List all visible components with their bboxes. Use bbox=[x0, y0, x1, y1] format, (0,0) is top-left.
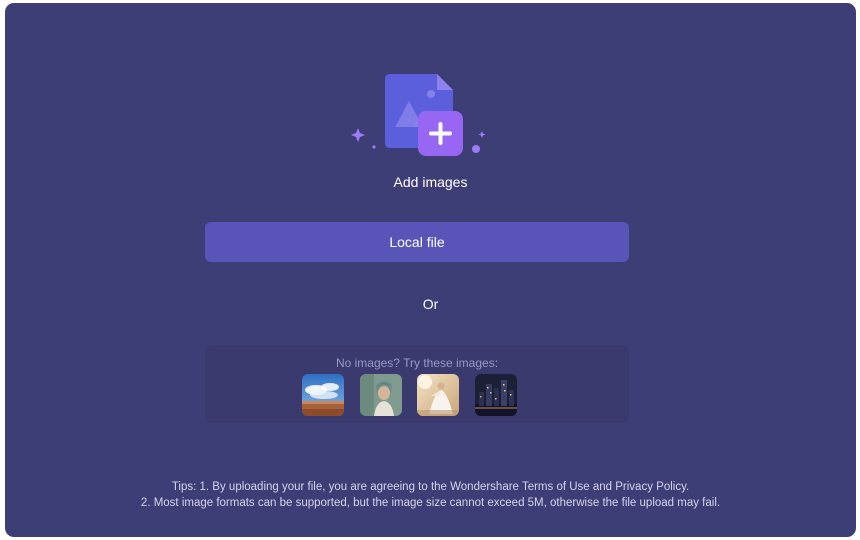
add-images-title: Add images bbox=[393, 174, 468, 190]
upload-tips: Tips: 1. By uploading your file, you are… bbox=[5, 479, 856, 511]
sample-images-label: No images? Try these images: bbox=[335, 356, 499, 370]
tips-line-2: 2. Most image formats can be supported, … bbox=[140, 497, 721, 509]
white-dress-thumbnail[interactable] bbox=[417, 374, 459, 416]
tips-line-1: Tips: 1. By uploading your file, you are… bbox=[171, 481, 690, 493]
sky-field-thumbnail[interactable] bbox=[302, 374, 344, 416]
woman-portrait-thumbnail[interactable] bbox=[360, 374, 402, 416]
city-night-thumbnail[interactable] bbox=[475, 374, 517, 416]
upload-panel: Add images Local file Or No images? Try … bbox=[5, 3, 856, 537]
sample-images-panel: No images? Try these images: bbox=[205, 345, 629, 423]
image-file-plus-icon[interactable] bbox=[345, 67, 495, 163]
local-file-button[interactable]: Local file bbox=[205, 222, 629, 262]
or-separator: Or bbox=[422, 296, 439, 312]
